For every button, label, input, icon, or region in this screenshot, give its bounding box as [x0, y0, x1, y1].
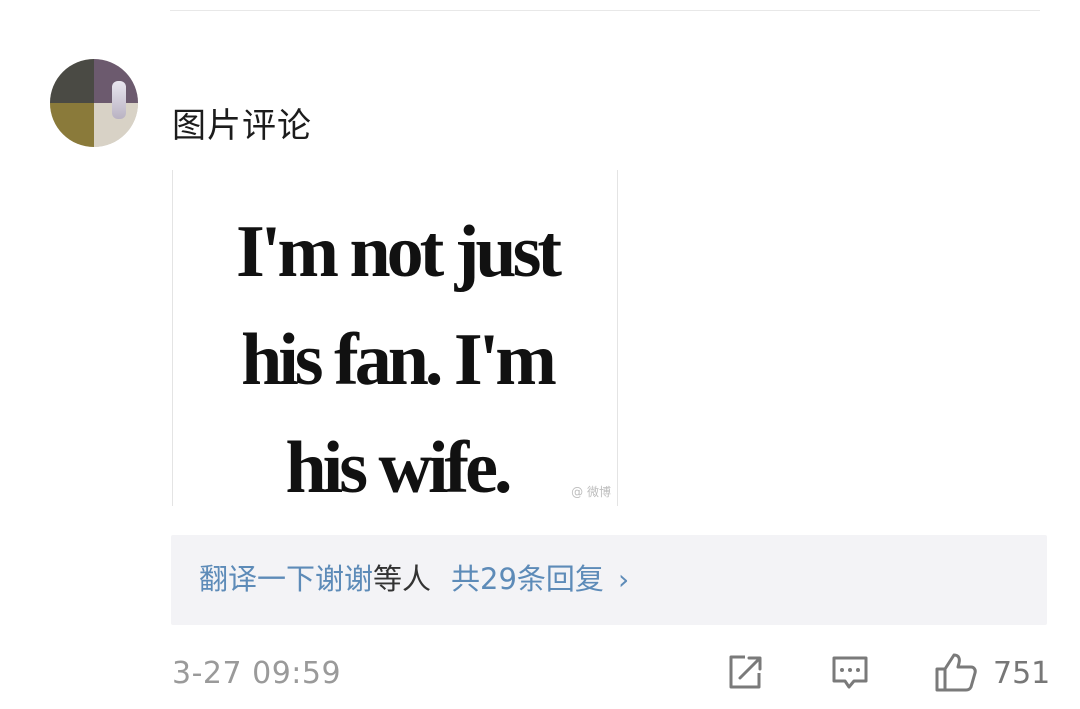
like-count: 751 — [993, 656, 1051, 691]
avatar[interactable] — [50, 59, 138, 147]
caption-line: his wife. — [285, 427, 513, 509]
share-icon[interactable] — [725, 652, 765, 692]
comment-text: 图片评论 — [172, 106, 312, 146]
image-watermark: @ 微博 — [571, 485, 611, 499]
comment-timestamp: 3-27 09:59 — [172, 656, 342, 691]
comment-footer: 3-27 09:59 751 — [172, 652, 1051, 696]
comment-page: 图片评论 I'm not just his fan. I'm his wife.… — [0, 0, 1080, 709]
comment-icon[interactable] — [830, 652, 870, 692]
like-icon[interactable] — [934, 652, 978, 692]
reply-count-link[interactable]: 共29条回复 — [451, 562, 604, 596]
caption-line: his fan. I'm — [241, 319, 557, 401]
comment-image[interactable]: I'm not just his fan. I'm his wife. @ 微博 — [172, 170, 618, 509]
reply-author-name[interactable]: 翻译一下谢谢 — [199, 562, 373, 596]
reply-etc-text: 等人 — [373, 562, 432, 596]
image-caption: I'm not just his fan. I'm his wife. — [187, 198, 607, 522]
chevron-right-icon: › — [617, 563, 630, 596]
replies-summary: 翻译一下谢谢等人 共29条回复 › — [199, 559, 629, 600]
divider — [170, 10, 1040, 11]
replies-preview[interactable]: 翻译一下谢谢等人 共29条回复 › — [171, 535, 1047, 625]
caption-line: I'm not just — [235, 211, 562, 293]
